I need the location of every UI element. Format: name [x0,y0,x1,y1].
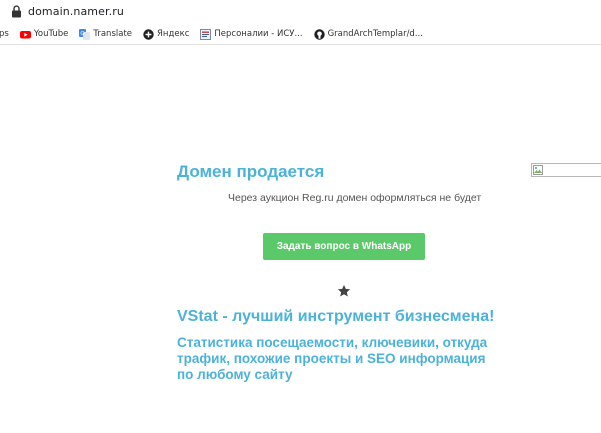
bookmarks-bar: ps YouTube G Translate Яндекс Персоналии… [0,24,601,45]
bookmark-label: Яндекс [157,29,190,39]
address-bar[interactable]: domain.namer.ru [0,0,601,25]
bookmark-label: ps [0,29,9,39]
bookmark-apps[interactable]: ps [0,29,9,39]
bookmark-label: GrandArchTemplar/d... [327,29,423,39]
promo-headline[interactable]: VStat - лучший инструмент бизнесмена! [177,308,494,326]
bookmark-yandex[interactable]: Яндекс [143,28,190,40]
youtube-icon [19,30,31,38]
bookmark-label: Персоналии - ИСУ... [214,29,303,39]
translate-icon: G [79,28,91,40]
lock-icon [12,5,21,18]
broken-image-icon [533,165,543,175]
page-content: Домен продается Через аукцион Reg.ru дом… [0,45,601,433]
bookmark-label: YouTube [33,29,69,39]
yandex-icon [143,28,154,40]
svg-text:G: G [81,31,85,37]
broken-image[interactable] [531,163,601,177]
bookmark-label: Translate [93,29,133,39]
whatsapp-button[interactable]: Задать вопрос в WhatsApp [263,233,425,260]
bookmark-translate[interactable]: G Translate [79,28,133,40]
page-icon [200,28,212,40]
page-subtitle: Через аукцион Reg.ru домен оформляться н… [228,192,482,204]
url-text[interactable]: domain.namer.ru [28,5,124,18]
promo-description: Статистика посещаемости, ключевики, отку… [177,335,488,382]
star-icon [337,284,351,297]
bookmark-personalii[interactable]: Персоналии - ИСУ... [200,28,303,40]
github-icon [313,28,325,40]
bookmark-youtube[interactable]: YouTube [19,29,69,40]
bookmark-github[interactable]: GrandArchTemplar/d... [313,28,423,40]
page-title: Домен продается [177,162,325,181]
